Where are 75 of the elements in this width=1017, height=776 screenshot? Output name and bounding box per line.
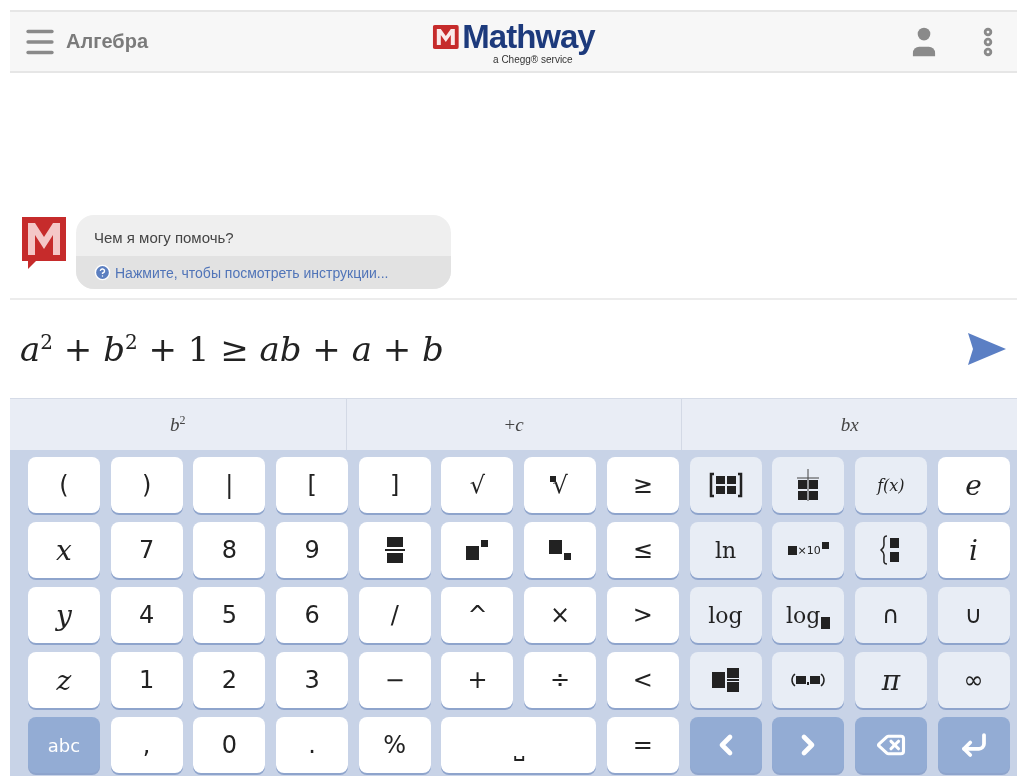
variable-key[interactable]: i — [937, 522, 1010, 578]
key[interactable]: ) — [110, 457, 183, 513]
key[interactable]: ÷ — [524, 652, 597, 708]
key[interactable]: ^ — [441, 587, 514, 643]
mixed-key[interactable] — [689, 652, 762, 708]
key[interactable]: < — [606, 652, 679, 708]
key[interactable]: ≤ — [606, 522, 679, 578]
key[interactable]: 3 — [276, 652, 349, 708]
key[interactable]: 4 — [110, 587, 183, 643]
key[interactable]: ≥ — [606, 457, 679, 513]
help-icon — [94, 264, 111, 281]
key[interactable]: / — [358, 587, 431, 643]
table-key[interactable] — [772, 457, 845, 513]
exponent-icon — [466, 540, 489, 560]
chat-message: Чем я могу помочь? — [93, 228, 235, 248]
matrix-icon — [708, 472, 743, 498]
key[interactable]: × — [524, 587, 597, 643]
key[interactable]: − — [358, 652, 431, 708]
piecewise-brace-icon — [879, 535, 902, 565]
variable-key[interactable]: e — [937, 457, 1010, 513]
function-key[interactable]: ln — [689, 522, 762, 578]
key[interactable]: ( — [28, 457, 100, 513]
key[interactable]: 8 — [193, 522, 266, 578]
key[interactable]: % — [358, 717, 431, 773]
scientific-notation-key[interactable]: ×10 — [772, 522, 845, 578]
symbol-key[interactable]: ∞ — [937, 652, 1010, 708]
placeholder-square-icon — [821, 542, 829, 549]
key[interactable]: √ — [441, 457, 514, 513]
key[interactable]: 0 — [193, 717, 266, 773]
fraction-key[interactable] — [358, 522, 431, 578]
math-input-field[interactable]: a$^{2}$ + b$^{2}$ + 1 ≥ ab + a + b — [20, 329, 967, 369]
pi-key[interactable]: π — [854, 652, 927, 708]
subject-title[interactable]: Алгебра — [66, 30, 149, 53]
logo-icon — [432, 25, 459, 49]
key[interactable]: > — [606, 587, 679, 643]
key[interactable]: = — [606, 717, 679, 773]
piecewise-key[interactable] — [854, 522, 927, 578]
key[interactable]: 6 — [276, 587, 349, 643]
power-key[interactable] — [441, 522, 514, 578]
fraction-icon — [384, 536, 405, 564]
key[interactable]: | — [193, 457, 266, 513]
matrix-key[interactable] — [689, 457, 762, 513]
function-key[interactable]: log — [689, 587, 762, 643]
key[interactable]: 2 — [193, 652, 266, 708]
key[interactable]: ] — [358, 457, 431, 513]
subscript-icon — [549, 540, 572, 560]
variable-key[interactable]: x — [28, 522, 100, 578]
key[interactable]: [ — [276, 457, 349, 513]
table-icon — [795, 469, 822, 501]
nth-root-key[interactable]: √ — [524, 457, 597, 513]
log-base-key[interactable]: log — [772, 587, 845, 643]
subscript-key[interactable] — [524, 522, 597, 578]
point-key[interactable] — [772, 652, 845, 708]
key[interactable]: 9 — [276, 522, 349, 578]
tagline: a Chegg® service — [493, 54, 573, 65]
send-icon[interactable] — [967, 332, 1007, 366]
variable-key[interactable]: y — [28, 587, 100, 643]
space-key[interactable]: ⎵ — [441, 717, 597, 773]
logo-text: Mathway — [462, 20, 595, 54]
key[interactable]: , — [110, 717, 183, 773]
symbol-key[interactable]: ∪ — [937, 587, 1010, 643]
mixed-fraction-icon — [711, 668, 740, 692]
key[interactable]: 7 — [110, 522, 183, 578]
key[interactable]: . — [276, 717, 349, 773]
symbol-key[interactable]: ∩ — [854, 587, 927, 643]
ordered-pair-icon — [791, 673, 826, 687]
key[interactable]: + — [441, 652, 514, 708]
key[interactable]: 1 — [110, 652, 183, 708]
function-key[interactable]: f(x) — [854, 457, 927, 513]
placeholder-square-icon — [787, 545, 797, 555]
placeholder-square-icon — [821, 617, 831, 629]
variable-key[interactable]: z — [28, 652, 100, 708]
mathway-avatar-icon — [20, 215, 68, 271]
key[interactable]: 5 — [193, 587, 266, 643]
suggestion-button[interactable]: b$^{2}$ — [10, 399, 346, 450]
